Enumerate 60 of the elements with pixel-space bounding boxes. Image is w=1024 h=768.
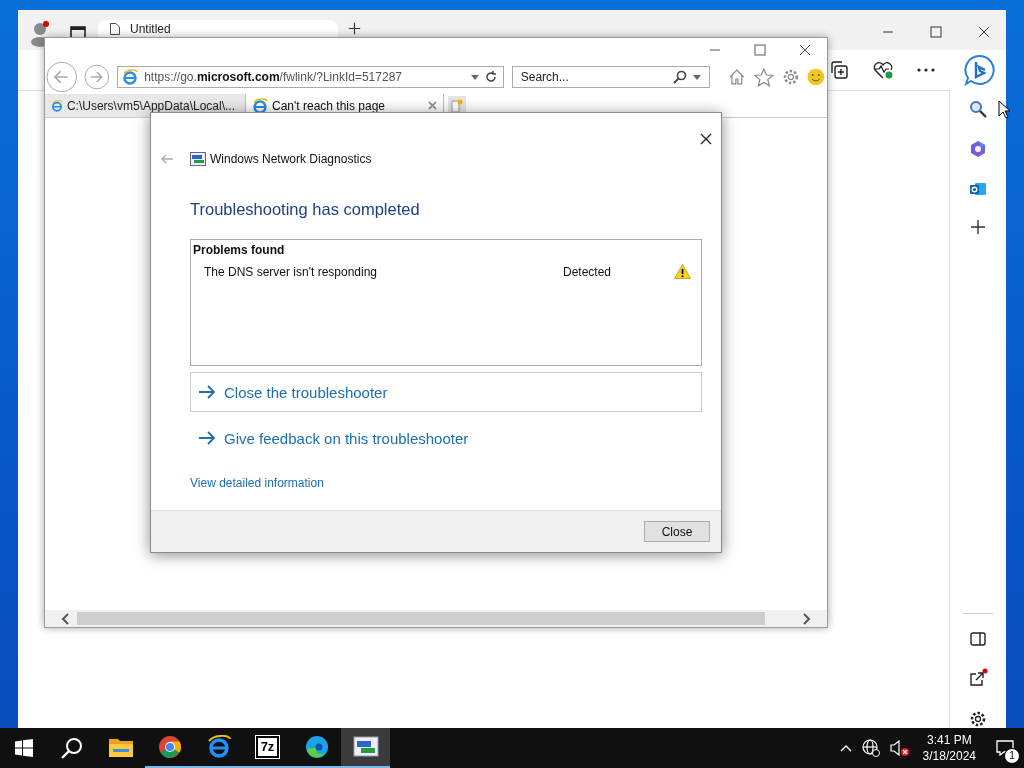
- search-icon: [61, 737, 83, 759]
- dropdown-icon[interactable]: [470, 74, 479, 80]
- external-link-icon[interactable]: [968, 668, 988, 688]
- ie-icon: [51, 97, 63, 114]
- notification-button[interactable]: 1: [990, 730, 1020, 766]
- ie-icon: [122, 69, 139, 85]
- browser-tab[interactable]: Untitled: [98, 20, 338, 37]
- ie-icon: [252, 97, 268, 114]
- mail-icon[interactable]: [969, 180, 987, 198]
- address-field[interactable]: https://go.microsoft.com/fwlink/?LinkId=517287: [117, 66, 504, 88]
- dropdown-icon[interactable]: [693, 74, 702, 80]
- network-diagnostics-icon: [352, 736, 379, 758]
- add-icon[interactable]: [971, 220, 985, 234]
- more-icon[interactable]: [917, 68, 935, 72]
- chat-bubble-icon[interactable]: [964, 54, 996, 86]
- maximize-icon[interactable]: [930, 26, 942, 38]
- network-icon[interactable]: [861, 739, 880, 757]
- folder-icon: [108, 737, 133, 757]
- horizontal-scrollbar[interactable]: [45, 610, 827, 627]
- details-link[interactable]: View detailed information: [190, 476, 324, 490]
- arrow-icon: [198, 385, 216, 399]
- arrow-icon: [198, 431, 216, 445]
- taskbar-app[interactable]: 7z: [243, 728, 292, 768]
- new-tab-icon[interactable]: [348, 22, 361, 35]
- scroll-right-icon[interactable]: [803, 612, 811, 625]
- clock-date[interactable]: 3/18/2024: [922, 748, 976, 764]
- ie-logo-icon: [206, 735, 231, 759]
- close-button[interactable]: Close: [644, 521, 710, 542]
- close-icon[interactable]: [700, 133, 712, 145]
- edge-logo-icon: [304, 735, 329, 759]
- network-diagnostics-icon: [190, 151, 206, 167]
- settings-icon[interactable]: [969, 710, 987, 728]
- command-link[interactable]: Give feedback on this troubleshooter: [190, 418, 470, 458]
- page-icon: [110, 23, 120, 35]
- problem-text: The DNS server isn't responding: [204, 264, 379, 279]
- close-icon[interactable]: [799, 44, 811, 56]
- search-icon[interactable]: [969, 100, 987, 118]
- show-hidden-icons[interactable]: [839, 744, 852, 752]
- problems-header: Problems found: [193, 242, 286, 257]
- smiley-icon[interactable]: [807, 68, 825, 86]
- taskbar-app[interactable]: [341, 728, 390, 768]
- windows-logo-icon: [15, 739, 33, 757]
- maximize-icon[interactable]: [754, 44, 766, 56]
- heart-pulse-icon[interactable]: [872, 60, 894, 80]
- chrome-logo-icon: [157, 735, 182, 759]
- dialog-title: Windows Network Diagnostics: [210, 152, 372, 166]
- problem-status: Detected: [563, 264, 613, 279]
- search-icon[interactable]: [673, 70, 688, 84]
- command-link[interactable]: Close the troubleshooter: [190, 372, 702, 412]
- home-icon[interactable]: [728, 68, 746, 86]
- close-icon[interactable]: [978, 26, 990, 38]
- clock-time[interactable]: 3:41 PM: [926, 732, 972, 748]
- dialog-heading: Troubleshooting has completed: [190, 200, 421, 220]
- search-field[interactable]: Search...: [511, 66, 711, 88]
- refresh-icon[interactable]: [484, 71, 497, 83]
- sidebar-icon[interactable]: [970, 632, 986, 646]
- star-icon[interactable]: [753, 67, 774, 87]
- scroll-left-icon[interactable]: [61, 612, 69, 625]
- volume-icon[interactable]: [889, 739, 910, 757]
- collections-icon[interactable]: [829, 60, 849, 80]
